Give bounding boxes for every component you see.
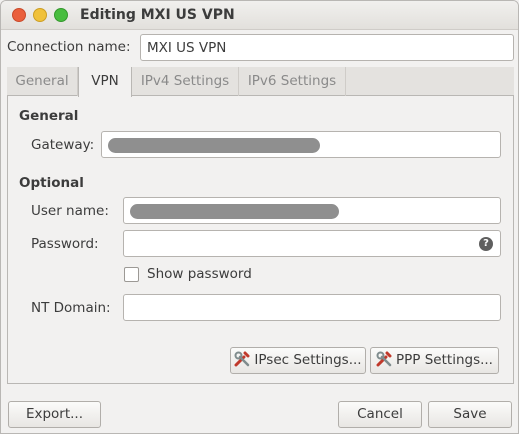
tab-vpn[interactable]: VPN (78, 67, 132, 97)
tab-ipv4-settings[interactable]: IPv4 Settings (132, 67, 239, 96)
password-field[interactable]: ? (123, 230, 501, 257)
ppp-settings-button[interactable]: PPP Settings... (370, 347, 499, 374)
nt-domain-field[interactable] (123, 294, 501, 321)
close-icon (13, 9, 25, 21)
question-icon[interactable]: ? (479, 237, 493, 251)
general-section-heading: General (19, 108, 79, 124)
password-input[interactable] (124, 231, 500, 256)
maximize-icon (55, 9, 67, 21)
tab-ipv6-settings[interactable]: IPv6 Settings (239, 67, 346, 96)
export-button[interactable]: Export... (8, 401, 101, 428)
minimize-icon (34, 9, 46, 21)
tools-icon (234, 351, 250, 367)
username-label: User name: (31, 203, 109, 219)
connection-name-input[interactable] (141, 35, 513, 60)
vpn-editor-window: Editing MXI US VPN Connection name: Gene… (0, 0, 519, 434)
window-close-button[interactable] (12, 8, 26, 22)
password-label: Password: (31, 236, 99, 252)
optional-section-heading: Optional (19, 175, 84, 191)
ppp-settings-label: PPP Settings... (396, 352, 493, 368)
connection-name-label: Connection name: (7, 39, 131, 55)
username-field[interactable] (123, 197, 501, 224)
ipsec-settings-label: IPsec Settings... (254, 352, 362, 368)
nt-domain-input[interactable] (124, 295, 500, 320)
gateway-label: Gateway: (31, 137, 95, 153)
gateway-redacted-value (108, 138, 320, 153)
tab-general[interactable]: General (7, 67, 78, 96)
title-bar: Editing MXI US VPN (1, 1, 518, 30)
tab-bar: General VPN IPv4 Settings IPv6 Settings (7, 67, 514, 97)
nt-domain-label: NT Domain: (31, 300, 111, 316)
username-redacted-value (130, 204, 339, 219)
ipsec-settings-button[interactable]: IPsec Settings... (230, 347, 366, 374)
show-password-label[interactable]: Show password (147, 266, 252, 282)
tools-icon (376, 351, 392, 367)
connection-name-field[interactable] (140, 34, 514, 61)
settings-notebook (7, 67, 514, 384)
window-maximize-button[interactable] (54, 8, 68, 22)
cancel-button[interactable]: Cancel (338, 401, 422, 428)
window-minimize-button[interactable] (33, 8, 47, 22)
show-password-checkbox[interactable] (124, 267, 139, 282)
save-button[interactable]: Save (428, 401, 512, 428)
window-title: Editing MXI US VPN (80, 7, 235, 23)
gateway-field[interactable] (101, 131, 501, 158)
